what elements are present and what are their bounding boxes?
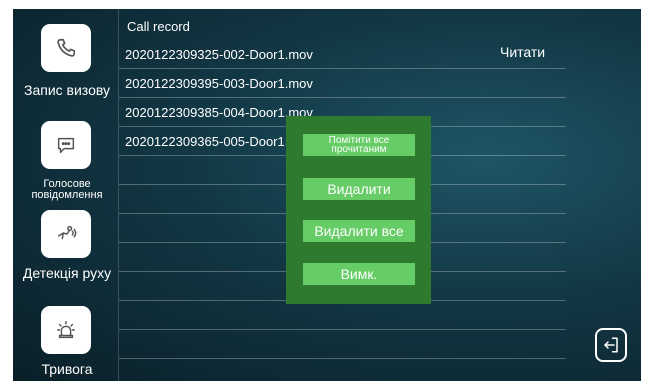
- file-name: 2020122309325-002-Door1.mov: [125, 47, 313, 62]
- options-popup: Помітити все прочитаним Видалити Видалит…: [286, 116, 431, 304]
- screen: Запис визову Голосове повідомлення Детекц…: [13, 9, 641, 381]
- motion-detection-icon: [57, 225, 77, 240]
- list-item-empty[interactable]: [119, 330, 566, 359]
- voice-message-button[interactable]: [41, 121, 91, 169]
- exit-button[interactable]: [595, 328, 627, 362]
- delete-button[interactable]: Видалити: [303, 178, 415, 200]
- phone-icon: [57, 38, 76, 57]
- call-record-label: Запис визову: [24, 82, 110, 98]
- file-name: 2020122309395-003-Door1.mov: [125, 76, 313, 91]
- list-item[interactable]: 2020122309325-002-Door1.mov: [119, 40, 566, 69]
- alarm-label: Тривога: [41, 361, 93, 377]
- exit-icon: [604, 337, 618, 353]
- off-button[interactable]: Вимк.: [303, 263, 415, 285]
- alarm-button[interactable]: [41, 306, 91, 354]
- mark-all-read-line2: прочитаним: [331, 144, 387, 155]
- list-header: Call record: [127, 19, 190, 34]
- alarm-icon: [57, 321, 75, 339]
- file-name: 2020122309385-004-Door1.mov: [125, 105, 313, 120]
- list-item[interactable]: 2020122309395-003-Door1.mov: [119, 69, 566, 98]
- motion-detection-label: Детекція руху: [22, 265, 112, 281]
- motion-detection-button[interactable]: [41, 210, 91, 258]
- voice-message-icon: [57, 137, 75, 154]
- voice-message-label-text: Голосове повідомлення: [31, 178, 103, 201]
- call-record-button[interactable]: [41, 24, 91, 72]
- voice-message-label: Голосове повідомлення: [13, 179, 121, 201]
- mark-all-read-button[interactable]: Помітити все прочитаним: [303, 134, 415, 156]
- list-item-empty[interactable]: [119, 301, 566, 330]
- file-name: 2020122309365-005-Door1.mov: [125, 134, 313, 149]
- delete-all-button[interactable]: Видалити все: [303, 220, 415, 242]
- read-status: Читати: [500, 44, 546, 60]
